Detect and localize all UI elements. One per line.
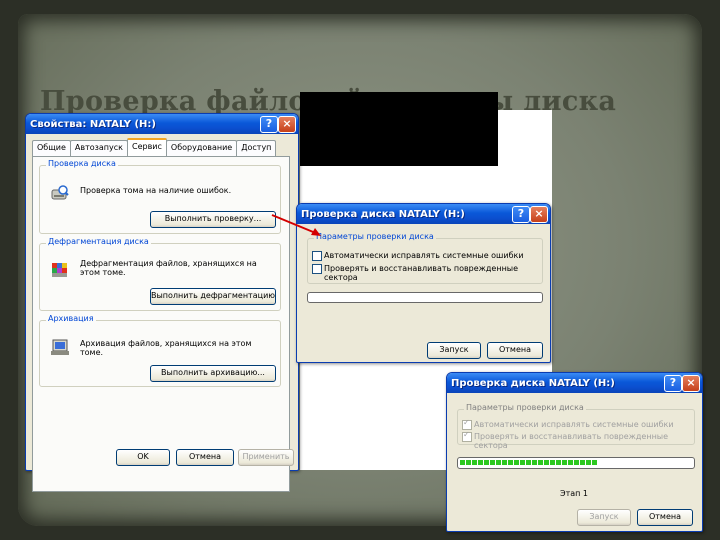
progress-segment xyxy=(520,460,525,465)
progress-segment xyxy=(580,460,585,465)
progress-segment xyxy=(556,460,561,465)
progress-segment xyxy=(586,460,591,465)
check-progress-bar xyxy=(457,457,695,469)
recover-sectors-checkbox[interactable] xyxy=(312,264,322,274)
tab-autorun[interactable]: Автозапуск xyxy=(69,140,128,156)
tab-general[interactable]: Общие xyxy=(32,140,71,156)
progress-segment xyxy=(478,460,483,465)
recover-sectors-label: Проверять и восстанавливать поврежденные… xyxy=(474,432,669,450)
status-text: Этап 1 xyxy=(560,489,589,498)
defrag-text: Дефрагментация файлов, хранящихся на это… xyxy=(80,259,257,277)
defrag-legend: Дефрагментация диска xyxy=(46,237,151,246)
close-button[interactable]: × xyxy=(530,206,548,223)
disk-check-legend: Проверка диска xyxy=(46,159,118,168)
start-button[interactable]: Запуск xyxy=(577,509,631,526)
recover-sectors-label: Проверять и восстанавливать поврежденные… xyxy=(324,264,519,282)
disk-check-group: Проверка диска Проверка тома на наличие … xyxy=(39,159,281,234)
check-progress-bar xyxy=(307,292,543,303)
progress-segment xyxy=(502,460,507,465)
apply-button[interactable]: Применить xyxy=(238,449,294,466)
archive-text: Архивация файлов, хранящихся на этом том… xyxy=(80,339,252,357)
recover-sectors-checkbox[interactable] xyxy=(462,430,472,442)
check-options-legend: Параметры проверки диска xyxy=(464,403,586,412)
run-defrag-button[interactable]: Выполнить дефрагментацию... xyxy=(150,288,276,305)
progress-segment xyxy=(532,460,537,465)
tab-tools[interactable]: Сервис xyxy=(126,138,167,158)
tab-sharing[interactable]: Доступ xyxy=(236,140,277,156)
check-disk-titlebar[interactable]: Проверка диска NATALY (H:) ? × xyxy=(447,373,702,393)
auto-fix-label: Автоматически исправлять системные ошибк… xyxy=(474,420,674,429)
progress-segment xyxy=(490,460,495,465)
dialog-title: Проверка диска NATALY (H:) xyxy=(301,208,465,220)
progress-segment xyxy=(562,460,567,465)
progress-segment xyxy=(568,460,573,465)
progress-segment xyxy=(484,460,489,465)
progress-segment xyxy=(526,460,531,465)
tools-tab-panel: Проверка диска Проверка тома на наличие … xyxy=(32,156,290,492)
archive-icon xyxy=(51,339,69,355)
run-check-button[interactable]: Выполнить проверку... xyxy=(150,211,276,228)
check-options-group: Параметры проверки диска Автоматически и… xyxy=(457,403,695,450)
progress-segment xyxy=(514,460,519,465)
help-button[interactable]: ? xyxy=(512,206,530,223)
auto-fix-label: Автоматически исправлять системные ошибк… xyxy=(324,251,524,260)
auto-fix-checkbox[interactable] xyxy=(312,251,322,261)
start-button[interactable]: Запуск xyxy=(427,342,481,359)
check-options-legend: Параметры проверки диска xyxy=(314,232,436,241)
dialog-title: Проверка диска NATALY (H:) xyxy=(451,377,615,389)
cancel-button[interactable]: Отмена xyxy=(487,342,543,359)
black-redaction-box xyxy=(300,92,498,166)
archive-legend: Архивация xyxy=(46,314,96,323)
progress-segment xyxy=(496,460,501,465)
disk-check-text: Проверка тома на наличие ошибок. xyxy=(80,186,232,195)
help-button[interactable]: ? xyxy=(260,116,278,133)
tab-strip: Общие Автозапуск Сервис Оборудование Дос… xyxy=(32,138,277,158)
progress-segment xyxy=(472,460,477,465)
cancel-button[interactable]: Отмена xyxy=(176,449,234,466)
progress-segment xyxy=(460,460,465,465)
properties-titlebar[interactable]: Свойства: NATALY (H:) ? × xyxy=(26,114,298,134)
progress-segment xyxy=(550,460,555,465)
run-archive-button[interactable]: Выполнить архивацию... xyxy=(150,365,276,382)
close-button[interactable]: × xyxy=(278,116,296,133)
check-disk-dialog-running: Проверка диска NATALY (H:) ? × Параметры… xyxy=(446,372,703,532)
check-disk-titlebar[interactable]: Проверка диска NATALY (H:) ? × xyxy=(297,204,550,224)
check-disk-dialog: Проверка диска NATALY (H:) ? × Параметры… xyxy=(296,203,551,363)
auto-fix-checkbox[interactable] xyxy=(462,418,472,430)
progress-segment xyxy=(544,460,549,465)
defrag-icon xyxy=(52,263,67,277)
window-title: Свойства: NATALY (H:) xyxy=(30,118,156,130)
ok-button[interactable]: OK xyxy=(116,449,170,466)
check-options-group: Параметры проверки диска Автоматически и… xyxy=(307,232,543,284)
progress-segment xyxy=(574,460,579,465)
defrag-group: Дефрагментация диска Дефрагментация файл… xyxy=(39,237,281,311)
tab-hardware[interactable]: Оборудование xyxy=(165,140,238,156)
progress-segment xyxy=(508,460,513,465)
progress-segment xyxy=(466,460,471,465)
progress-segment xyxy=(538,460,543,465)
properties-window: Свойства: NATALY (H:) ? × Общие Автозапу… xyxy=(25,113,299,492)
archive-group: Архивация Архивация файлов, хранящихся н… xyxy=(39,314,281,387)
disk-check-icon xyxy=(51,185,69,200)
progress-segment xyxy=(592,460,597,465)
close-button[interactable]: × xyxy=(682,375,700,392)
cancel-button[interactable]: Отмена xyxy=(637,509,693,526)
help-button[interactable]: ? xyxy=(664,375,682,392)
